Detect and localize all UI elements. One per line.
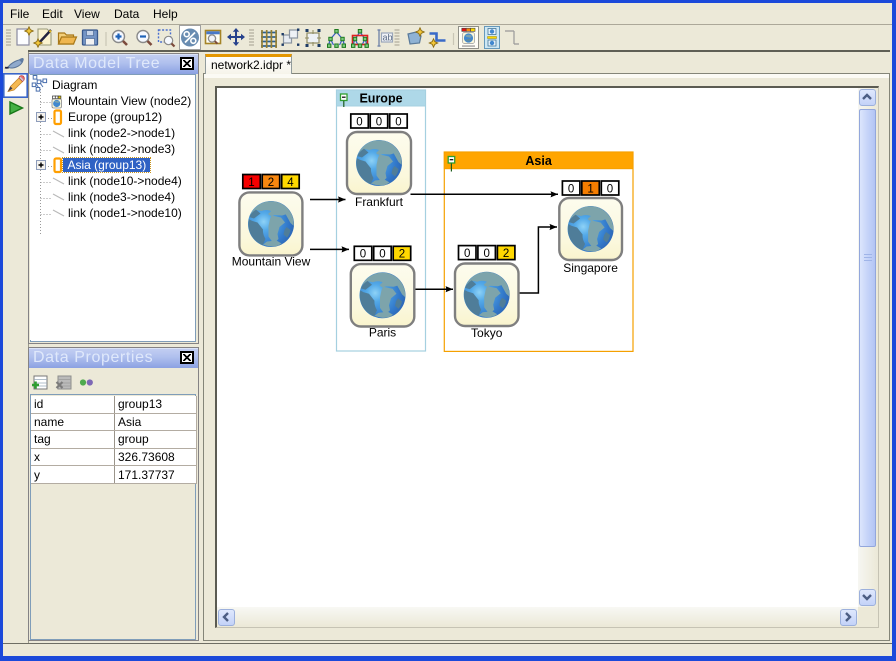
svg-text:0: 0 [356,116,362,128]
svg-text:Europe: Europe [359,92,402,106]
svg-text:0: 0 [464,248,470,260]
svg-text:Mountain View: Mountain View [232,255,311,269]
svg-text:Asia: Asia [525,154,552,168]
svg-text:0: 0 [376,116,382,128]
svg-text:0: 0 [360,249,366,261]
svg-text:Paris: Paris [369,326,396,340]
svg-text:0: 0 [483,248,489,260]
svg-text:Frankfurt: Frankfurt [355,195,404,209]
svg-text:Singapore: Singapore [563,261,618,275]
svg-text:2: 2 [268,177,274,189]
svg-text:1: 1 [587,183,593,195]
svg-text:4: 4 [287,177,294,189]
svg-text:0: 0 [607,183,613,195]
svg-text:0: 0 [379,249,385,261]
svg-text:0: 0 [568,183,574,195]
svg-text:2: 2 [399,249,405,261]
svg-text:0: 0 [395,116,401,128]
svg-text:1: 1 [248,177,254,189]
svg-text:Tokyo: Tokyo [471,326,503,340]
svg-text:ab: ab [383,33,393,43]
svg-text:2: 2 [503,248,509,260]
